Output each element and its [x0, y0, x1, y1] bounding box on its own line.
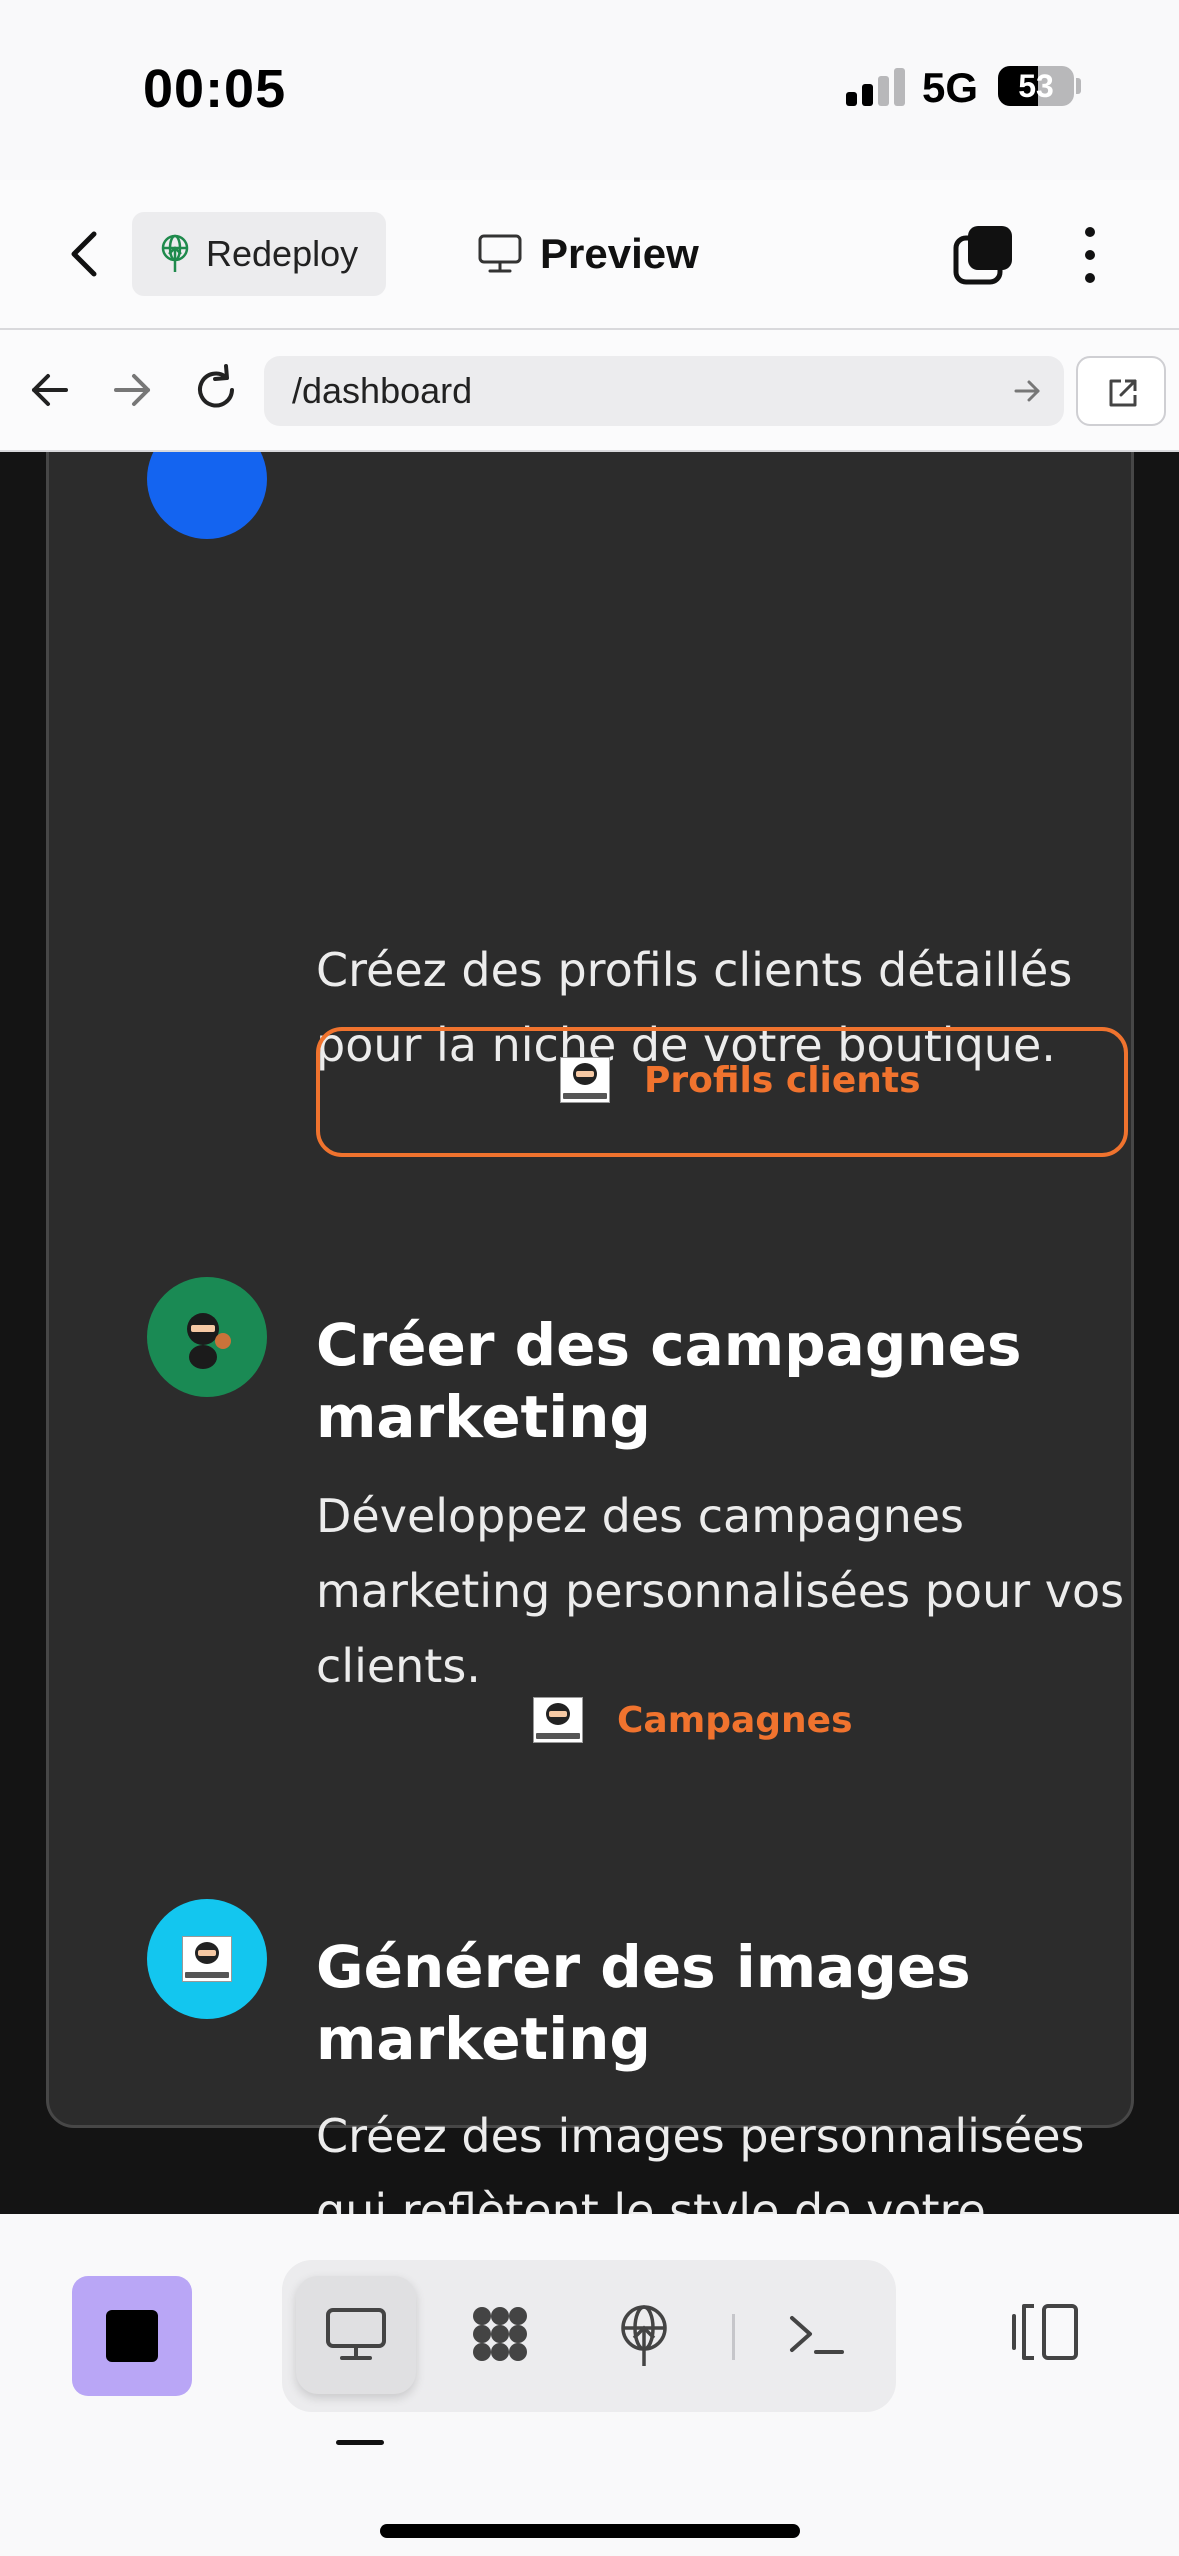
dock-preview-tab[interactable]: [296, 2276, 416, 2394]
stop-icon: [106, 2310, 158, 2362]
url-input[interactable]: /dashboard: [264, 356, 1064, 426]
steps-card: Créez des profils clients détaillés pour…: [46, 452, 1134, 2214]
ninjalead-logo-icon: [560, 1057, 610, 1103]
mesh-icon: [473, 2307, 527, 2361]
dock-separator: [732, 2314, 735, 2360]
globe-deploy-icon: [161, 234, 189, 272]
stop-button[interactable]: [72, 2276, 192, 2396]
step-title-images: Générer des images marketing: [316, 1933, 971, 2073]
redeploy-button[interactable]: Redeploy: [132, 212, 386, 296]
dock-tabs: [282, 2260, 896, 2412]
battery-icon: 53: [998, 66, 1074, 106]
forward-arrow-icon[interactable]: [102, 360, 162, 420]
step-description-campaigns: Développez des campagnes marketing perso…: [316, 1489, 1125, 1693]
web-content: Créez des profils clients détaillés pour…: [0, 452, 1179, 2214]
monitor-icon: [478, 234, 522, 273]
dock-terminal-tab[interactable]: [756, 2276, 876, 2394]
battery-tip: [1076, 78, 1081, 94]
cellular-signal-icon: [846, 68, 906, 106]
more-vertical-icon[interactable]: [1070, 224, 1110, 286]
ninjalead-logo-icon: [182, 1936, 232, 1982]
back-arrow-icon[interactable]: [20, 360, 80, 420]
network-type: 5G: [922, 64, 979, 111]
dock-deploy-tab[interactable]: [584, 2276, 704, 2394]
url-text: /dashboard: [292, 370, 473, 411]
status-bar: 00:05 5G 53: [0, 0, 1179, 180]
terminal-icon: [790, 2316, 844, 2354]
active-tab-indicator: [336, 2440, 384, 2445]
bottom-dock: [0, 2214, 1179, 2556]
go-arrow-icon[interactable]: [1010, 374, 1044, 408]
status-time: 00:05: [143, 59, 287, 119]
open-external-button[interactable]: [1076, 356, 1166, 426]
profiles-clients-button[interactable]: Profils clients: [316, 1027, 1128, 1157]
ninjalead-logo-icon: [533, 1697, 583, 1743]
step-avatar-campaigns: [147, 1277, 267, 1397]
app-toolbar: Redeploy Preview: [0, 180, 1179, 330]
step-avatar-profiles: [147, 452, 267, 539]
campaigns-link[interactable]: Campagnes: [533, 1697, 853, 1743]
campaigns-label: Campagnes: [617, 1699, 853, 1741]
tabs-icon[interactable]: [952, 224, 1014, 286]
reload-icon[interactable]: [186, 360, 246, 420]
external-link-icon: [1109, 379, 1137, 407]
monitor-icon: [326, 2308, 386, 2360]
step-avatar-images: [147, 1899, 267, 2019]
deploy-icon: [621, 2305, 667, 2366]
preview-tab[interactable]: Preview: [478, 212, 699, 296]
redeploy-label: Redeploy: [206, 233, 359, 274]
ninja-mascot-icon: [187, 1313, 231, 1369]
preview-label: Preview: [540, 230, 699, 277]
step-description-images: Créez des images personnalisées qui refl…: [316, 2109, 1085, 2214]
step-title-campaigns: Créer des campagnes marketing: [316, 1311, 1022, 1451]
browser-bar: /dashboard: [0, 330, 1179, 452]
dock-mesh-tab[interactable]: [440, 2276, 560, 2394]
home-indicator: [380, 2524, 800, 2538]
profiles-clients-label: Profils clients: [644, 1059, 921, 1101]
back-chevron-icon[interactable]: [56, 224, 116, 284]
battery-percent: 53: [1018, 68, 1054, 104]
panel-toggle-icon[interactable]: [1010, 2302, 1082, 2362]
